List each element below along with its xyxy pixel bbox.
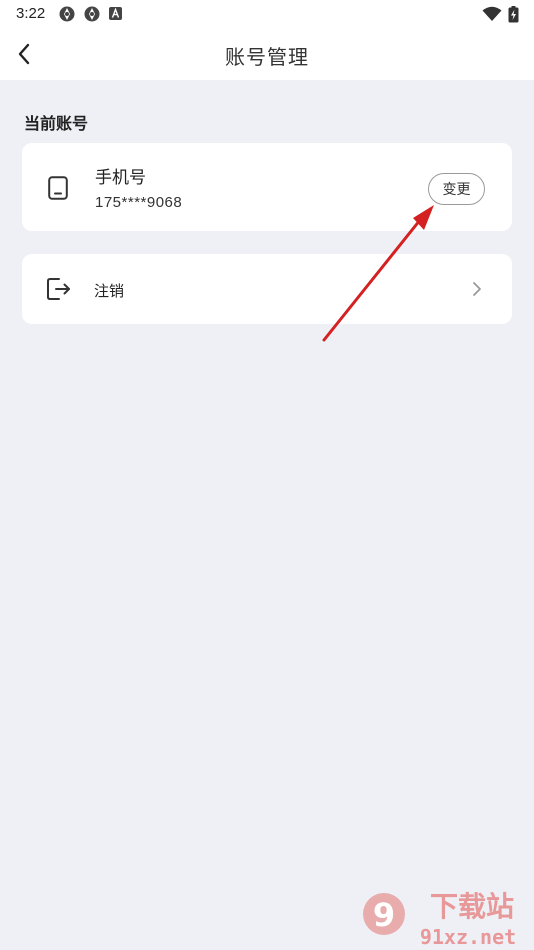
app-bar: 账号管理 — [0, 28, 534, 80]
watermark-logo-text: 9 — [373, 896, 395, 934]
site-watermark: 9 下载站 91xz.net — [363, 890, 516, 949]
phone-icon — [48, 176, 68, 200]
status-bar: 3:22 — [0, 0, 534, 28]
cancel-account-label: 注销 — [94, 282, 125, 300]
aperture-icon — [84, 6, 100, 22]
aperture-icon — [59, 6, 75, 22]
battery-icon — [508, 6, 519, 23]
a-badge-icon — [109, 7, 122, 20]
wifi-icon — [482, 6, 502, 21]
chevron-right-icon — [473, 282, 481, 296]
phone-number: 175****9068 — [95, 194, 183, 211]
logout-icon — [47, 278, 70, 300]
change-phone-button[interactable]: 变更 — [428, 173, 485, 205]
phone-card: 手机号 175****9068 变更 — [22, 143, 512, 231]
watermark-bottom-text: 91xz.net — [420, 925, 516, 949]
phone-title: 手机号 — [95, 168, 146, 188]
watermark-top-text: 下载站 — [430, 890, 514, 923]
cancel-account-item[interactable]: 注销 — [22, 254, 512, 324]
page-title: 账号管理 — [225, 45, 309, 69]
status-time: 3:22 — [16, 5, 46, 22]
section-label-current-account: 当前账号 — [24, 114, 89, 133]
